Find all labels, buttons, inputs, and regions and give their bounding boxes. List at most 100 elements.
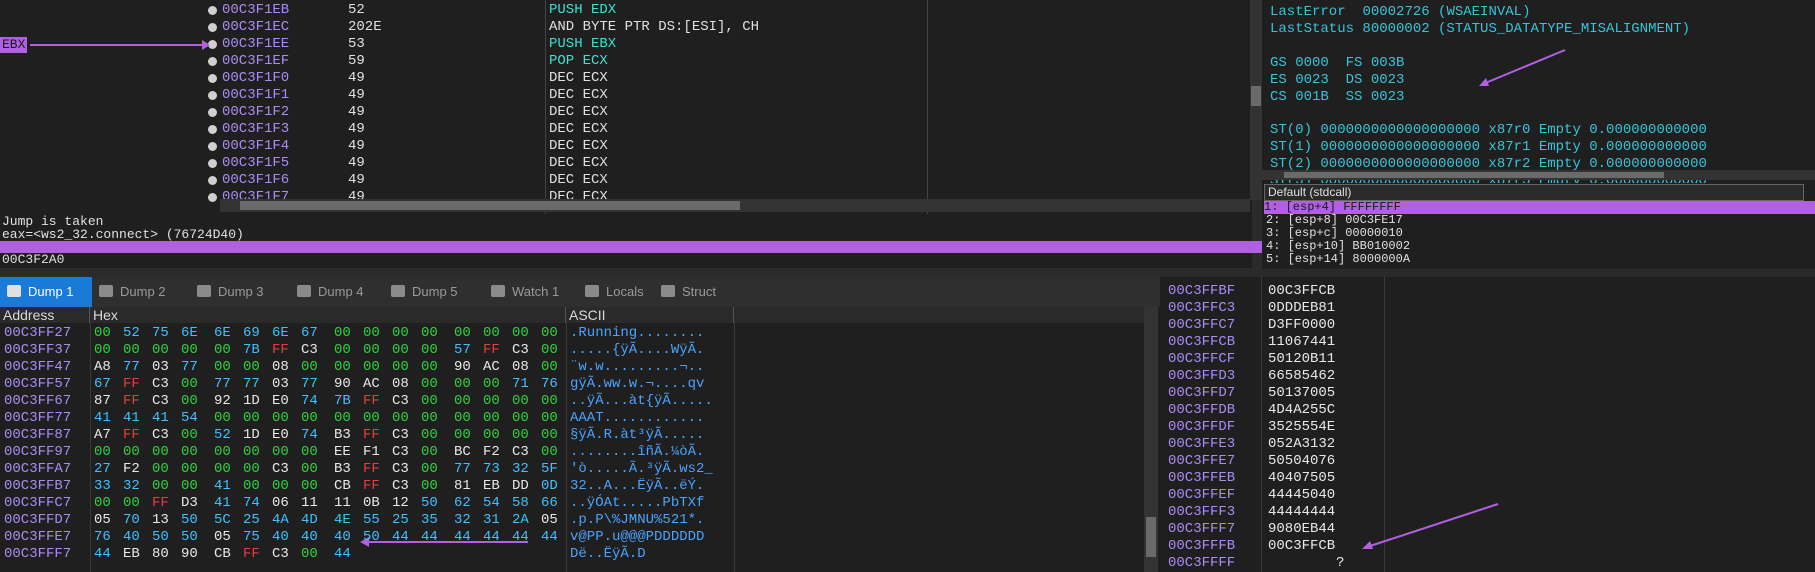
stack-row[interactable]: 00C3FFD3 66585462 <box>1160 368 1815 385</box>
tab-struct[interactable]: Struct <box>654 277 734 307</box>
hex-byte[interactable]: 00 <box>454 393 471 410</box>
hex-byte[interactable]: BC <box>454 444 471 461</box>
disasm-row[interactable]: 00C3F1F1 49 DEC ECX <box>0 87 1250 104</box>
hex-byte[interactable]: C3 <box>272 461 289 478</box>
hex-byte[interactable]: 00 <box>454 325 471 342</box>
hex-byte[interactable]: 12 <box>392 495 409 512</box>
hex-byte[interactable]: 55 <box>363 512 380 529</box>
segment-regs-es-ds[interactable]: ES 0023 DS 0023 <box>1270 72 1404 89</box>
hex-byte[interactable]: 00 <box>301 444 318 461</box>
hex-byte[interactable]: FF <box>363 427 380 444</box>
stack-row[interactable]: 00C3FFEB 40407505 <box>1160 470 1815 487</box>
hex-byte[interactable]: 33 <box>94 478 111 495</box>
hex-byte[interactable]: 00 <box>301 359 318 376</box>
hex-byte[interactable]: 90 <box>181 546 198 563</box>
hex-byte[interactable]: 00 <box>272 410 289 427</box>
hex-byte[interactable]: 00 <box>363 325 380 342</box>
hex-byte[interactable]: 32 <box>454 512 471 529</box>
hex-byte[interactable]: 35 <box>421 512 438 529</box>
hex-byte[interactable]: 00 <box>541 393 558 410</box>
hex-byte[interactable]: 6E <box>214 325 231 342</box>
hex-byte[interactable]: 25 <box>243 512 260 529</box>
stack-row[interactable]: 00C3FFBF 00C3FFCB <box>1160 283 1815 300</box>
hex-byte[interactable]: 80 <box>152 546 169 563</box>
hex-byte[interactable]: F1 <box>363 444 380 461</box>
hex-byte[interactable]: 00 <box>243 461 260 478</box>
disasm-row[interactable]: 00C3F1F0 49 DEC ECX <box>0 70 1250 87</box>
hex-byte[interactable]: F2 <box>483 444 500 461</box>
stack-row[interactable]: 00C3FFEF 44445040 <box>1160 487 1815 504</box>
disasm-vscroll[interactable] <box>1250 0 1262 200</box>
hex-byte[interactable]: 00 <box>152 342 169 359</box>
hex-byte[interactable]: 74 <box>301 393 318 410</box>
hex-byte[interactable]: 00 <box>181 444 198 461</box>
hex-byte[interactable]: 2A <box>512 512 529 529</box>
hex-byte[interactable]: E0 <box>272 393 289 410</box>
hex-byte[interactable]: C3 <box>392 444 409 461</box>
dump-row[interactable]: 00C3FF37 00 00 00 00 00 7B FF C3 00 00 00 00 57 FF C3 00… <box>0 342 1140 359</box>
hex-byte[interactable]: FF <box>123 427 140 444</box>
hex-byte[interactable]: DD <box>512 478 529 495</box>
hex-byte[interactable]: 75 <box>243 529 260 546</box>
hex-byte[interactable]: C3 <box>392 393 409 410</box>
hex-byte[interactable]: 00 <box>483 427 500 444</box>
breakpoint-bullet-icon[interactable] <box>208 57 217 66</box>
hex-byte[interactable]: 00 <box>421 325 438 342</box>
address-column-header[interactable]: Address <box>0 307 90 323</box>
hex-byte[interactable]: 00 <box>94 495 111 512</box>
hex-byte[interactable]: 08 <box>272 359 289 376</box>
hex-byte[interactable]: 77 <box>123 359 140 376</box>
disasm-row[interactable]: 00C3F1F5 49 DEC ECX <box>0 155 1250 172</box>
tab-dump-3[interactable]: Dump 3 <box>190 277 290 307</box>
hex-byte[interactable]: 75 <box>152 325 169 342</box>
hex-byte[interactable]: 00 <box>94 342 111 359</box>
hex-byte[interactable]: 00 <box>392 359 409 376</box>
registers-panel[interactable]: LastError 00002726 (WSAEINVAL) LastStatu… <box>1262 0 1815 185</box>
hex-byte[interactable]: 40 <box>301 529 318 546</box>
hex-byte[interactable]: 00 <box>512 325 529 342</box>
hex-byte[interactable]: 00 <box>454 410 471 427</box>
hex-byte[interactable]: 66 <box>541 495 558 512</box>
disasm-row[interactable]: 00C3F1F3 49 DEC ECX <box>0 121 1250 138</box>
disasm-row[interactable]: 00C3F1F2 49 DEC ECX <box>0 104 1250 121</box>
tab-watch-1[interactable]: Watch 1 <box>484 277 578 307</box>
hex-byte[interactable]: 4A <box>272 512 289 529</box>
hex-byte[interactable]: 77 <box>181 359 198 376</box>
hex-byte[interactable]: 41 <box>94 410 111 427</box>
hex-byte[interactable]: C3 <box>392 461 409 478</box>
dump-row[interactable]: 00C3FFC7 00 00 FF D3 41 74 06 11 11 0B 12 50 62 54 58 66… <box>0 495 1140 512</box>
disasm-row[interactable]: 00C3F1EB 52 PUSH EDX <box>0 2 1250 19</box>
hex-byte[interactable]: B3 <box>334 461 351 478</box>
hex-byte[interactable]: 0D <box>541 478 558 495</box>
hex-byte[interactable]: 00 <box>301 546 318 563</box>
hex-byte[interactable]: 00 <box>152 478 169 495</box>
hex-byte[interactable]: 00 <box>512 393 529 410</box>
hex-byte[interactable]: 77 <box>243 376 260 393</box>
hex-byte[interactable]: EB <box>123 546 140 563</box>
breakpoint-bullet-icon[interactable] <box>208 125 217 134</box>
breakpoint-bullet-icon[interactable] <box>208 193 217 202</box>
dump-row[interactable]: 00C3FF57 67 FF C3 00 77 77 03 77 90 AC 08 00 00 00 71 76… <box>0 376 1140 393</box>
hex-byte[interactable]: FF <box>152 495 169 512</box>
hex-byte[interactable]: 03 <box>272 376 289 393</box>
dump-row[interactable]: 00C3FFD7 05 70 13 50 5C 25 4A 4D 4E 55 25 35 32 31 2A 05… <box>0 512 1140 529</box>
hex-byte[interactable]: 32 <box>123 478 140 495</box>
hex-byte[interactable]: 5F <box>541 461 558 478</box>
hex-byte[interactable]: 00 <box>152 444 169 461</box>
stack-row[interactable]: 00C3FFE3 052A3132 <box>1160 436 1815 453</box>
hex-byte[interactable]: 00 <box>421 444 438 461</box>
hex-byte[interactable]: 50 <box>181 529 198 546</box>
breakpoint-bullet-icon[interactable] <box>208 6 217 15</box>
breakpoint-bullet-icon[interactable] <box>208 74 217 83</box>
hex-byte[interactable]: 44 <box>334 546 351 563</box>
hex-byte[interactable]: 00 <box>123 495 140 512</box>
hex-byte[interactable]: 00 <box>363 359 380 376</box>
fpu-st1[interactable]: ST(1) 0000000000000000000 x87r1 Empty 0.… <box>1270 139 1707 156</box>
hex-byte[interactable]: 00 <box>243 444 260 461</box>
hex-byte[interactable]: 77 <box>214 376 231 393</box>
hex-byte[interactable]: 06 <box>272 495 289 512</box>
hex-column-header[interactable]: Hex <box>90 307 566 323</box>
hex-byte[interactable]: 44 <box>512 529 529 546</box>
disasm-row[interactable]: 00C3F1F6 49 DEC ECX <box>0 172 1250 189</box>
hex-byte[interactable]: 69 <box>243 325 260 342</box>
